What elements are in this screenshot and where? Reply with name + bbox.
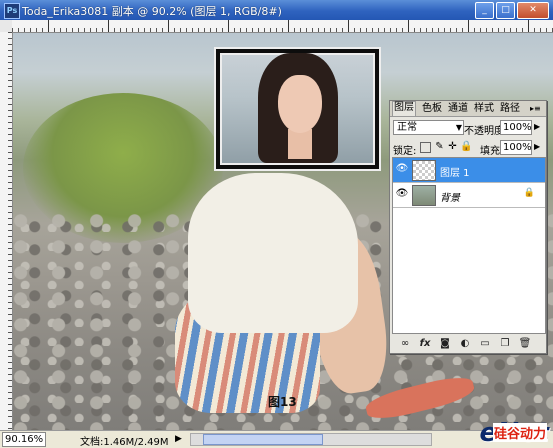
lock-all-icon[interactable]: 🔒 <box>460 141 472 152</box>
window-title-bar: Ps Toda_Erika3081 副本 @ 90.2% (图层 1, RGB/… <box>0 0 553 20</box>
layer-row-1[interactable]: 👁 图层 1 <box>393 158 545 183</box>
eye-visibility-icon[interactable]: 👁 <box>395 163 409 175</box>
layers-panel-footer: ∞ fx ◙ ◐ ▭ ❐ 🗑 <box>390 337 546 352</box>
mask-icon[interactable]: ◙ <box>438 338 452 350</box>
blend-mode-value: 正常 <box>397 122 417 133</box>
new-layer-icon[interactable]: ❐ <box>498 338 512 350</box>
chevron-down-icon: ▼ <box>455 123 462 132</box>
close-button[interactable]: ✕ <box>517 2 549 19</box>
lock-move-icon[interactable]: ✛ <box>447 141 458 152</box>
portrait-neck <box>288 129 312 159</box>
tab-styles[interactable]: 样式 <box>474 103 494 115</box>
blend-mode-select[interactable]: 正常 ▼ <box>393 120 464 135</box>
layer-thumbnail <box>412 185 436 206</box>
scrollbar-thumb[interactable] <box>203 434 323 445</box>
layer-name: 背景 <box>440 193 460 204</box>
adjustment-icon[interactable]: ◐ <box>458 338 472 350</box>
fill-slider-arrow-icon[interactable]: ▶ <box>534 142 540 151</box>
zoom-field[interactable]: 90.16% <box>2 432 46 447</box>
layers-list: 👁 图层 1 👁 背景 🔒 <box>392 157 546 334</box>
layer-row-background[interactable]: 👁 背景 🔒 <box>393 183 545 208</box>
status-menu-arrow-icon[interactable]: ▶ <box>175 434 185 444</box>
portrait-face <box>278 75 322 133</box>
watermark-subtitle: 硅谷动力 <box>492 423 547 442</box>
tab-layers[interactable]: 图层 <box>392 101 416 116</box>
tab-swatches[interactable]: 色板 <box>422 103 442 115</box>
opacity-input[interactable]: 100% <box>500 120 532 135</box>
framed-portrait <box>216 49 379 169</box>
group-icon[interactable]: ▭ <box>478 338 492 350</box>
horizontal-scrollbar[interactable] <box>190 433 432 446</box>
document-size: 文档:1.46M/2.49M <box>80 437 169 448</box>
panel-tabs: 图层 色板 通道 样式 路径 ▸≡ <box>390 101 546 117</box>
window-title: Toda_Erika3081 副本 @ 90.2% (图层 1, RGB/8#) <box>22 5 282 18</box>
link-icon[interactable]: ∞ <box>398 338 412 350</box>
layers-panel: 图层 色板 通道 样式 路径 ▸≡ 正常 ▼ 不透明度: 100% ▶ 锁定: … <box>389 100 547 354</box>
eye-visibility-icon[interactable]: 👁 <box>395 188 409 200</box>
girl-shirt <box>188 173 358 333</box>
opacity-slider-arrow-icon[interactable]: ▶ <box>534 122 540 131</box>
panel-menu-icon[interactable]: ▸≡ <box>530 103 541 115</box>
lock-icon: 🔒 <box>523 188 535 198</box>
figure-caption: 图13 <box>268 395 297 409</box>
trash-icon[interactable]: 🗑 <box>518 338 532 350</box>
lock-transparency-icon[interactable] <box>420 142 431 153</box>
photoshop-app-icon: Ps <box>4 3 20 19</box>
vertical-ruler[interactable] <box>0 32 13 430</box>
fill-input[interactable]: 100% <box>500 140 532 155</box>
fx-icon[interactable]: fx <box>418 338 432 350</box>
horizontal-ruler[interactable] <box>12 20 553 33</box>
tab-paths[interactable]: 路径 <box>500 103 520 115</box>
minimize-button[interactable]: _ <box>475 2 494 19</box>
status-bar: 90.16% 文档:1.46M/2.49M ▶ <box>0 430 553 448</box>
lock-label: 锁定: <box>393 146 417 157</box>
maximize-button[interactable]: □ <box>496 2 515 19</box>
tab-channels[interactable]: 通道 <box>448 103 468 115</box>
layer-thumbnail <box>412 160 436 181</box>
layer-name: 图层 1 <box>440 168 470 179</box>
lock-paint-brush-icon[interactable]: ✎ <box>434 141 445 152</box>
